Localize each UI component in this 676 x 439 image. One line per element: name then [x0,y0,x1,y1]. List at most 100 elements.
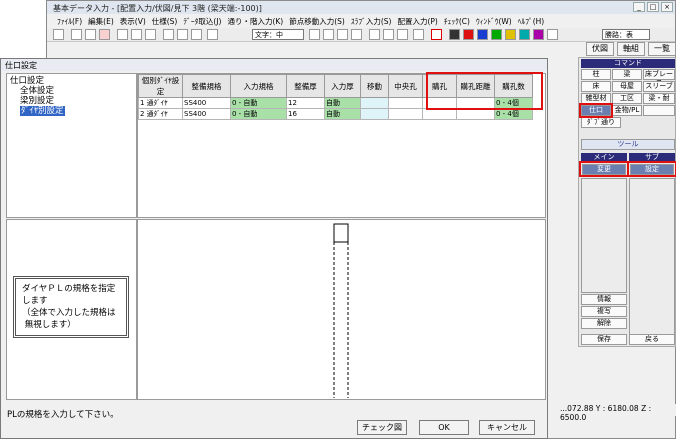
color-yellow-icon[interactable] [505,29,516,40]
menu-import[interactable]: ﾃﾞｰﾀ取込(J) [183,16,221,27]
col-header: 入力規格 [230,74,287,98]
status-text: PLの規格を入力して下さい。 [7,410,119,420]
color-white-icon[interactable] [547,29,558,40]
tree-item-overall[interactable]: 全体設定 [10,86,133,96]
menu-check[interactable]: ﾁｪｯｸ(C) [444,16,470,27]
cmd-beam-resist-button[interactable]: 梁・耐 [643,93,675,104]
cell-center-hole[interactable] [388,108,423,120]
tab-plan[interactable]: 伏図 [586,42,614,56]
cancel-button[interactable]: キャンセル [479,420,535,435]
cell-move[interactable] [360,108,389,120]
save-icon[interactable] [53,29,64,40]
color-blue-icon[interactable] [477,29,488,40]
color-cyan-icon[interactable] [519,29,530,40]
check-button[interactable]: チェック図 [357,420,407,435]
maximize-button[interactable]: □ [647,2,659,12]
ok-button[interactable]: OK [419,420,469,435]
release-button[interactable]: 解除 [581,318,627,329]
menu-grid[interactable]: 通り・階入力(K) [227,16,283,27]
tool-d-icon[interactable] [413,29,424,40]
tree-item-root[interactable]: 仕口設定 [10,76,133,86]
cmd-floor-button[interactable]: 床 [581,81,611,92]
minimize-button[interactable]: _ [633,2,645,12]
cmd-floor-brace-button[interactable]: 床ブレース [643,69,675,87]
cell-hole[interactable] [422,108,457,120]
grid-icon[interactable] [117,29,128,40]
help-text: ダイヤＰＬの規格を指定 します （全体で入力した規格は 無視します） [13,276,129,338]
cmd-sleeve-button[interactable]: スリーブ [643,81,675,92]
back-button[interactable]: 戻る [629,334,675,345]
tab-list[interactable]: 一覧 [648,42,676,56]
cmd-empty-button[interactable] [643,105,675,116]
cell-move[interactable] [360,97,389,109]
stop-icon[interactable] [99,29,110,40]
cell-std-thick: 16 [286,108,325,120]
menu-view[interactable]: 表示(V) [120,16,146,27]
menu-file[interactable]: ﾌｧｲﾙ(F) [57,16,82,27]
color-green-icon[interactable] [491,29,502,40]
cmd-column-button[interactable]: 柱 [581,69,611,80]
toolbar: 文字：中 勝路：表 [47,28,675,42]
cmd-hardware-button[interactable]: 金物/PL [612,105,642,116]
cmd-dummy-grid-button[interactable]: ﾀﾞﾌﾞ通り [581,117,621,128]
window-controls: _ □ × [633,2,673,12]
brace-icon[interactable] [191,29,202,40]
color-black-icon[interactable] [449,29,460,40]
cmd-beam-button[interactable]: 梁 [612,69,642,80]
coordinate-bar: ...072.88 Y : 6180.08 Z : 6500.0 [560,404,676,422]
help-pane: ダイヤＰＬの規格を指定 します （全体で入力した規格は 無視します） [6,219,137,400]
save-button[interactable]: 保存 [581,334,627,345]
column-icon[interactable] [177,29,188,40]
menu-edit[interactable]: 編集(E) [88,16,114,27]
cell-std-thick: 12 [286,97,325,109]
arc-icon[interactable] [323,29,334,40]
tool-a-icon[interactable] [369,29,380,40]
layer-icon[interactable] [145,29,156,40]
highlight-change [579,161,629,177]
color-magenta-icon[interactable] [533,29,544,40]
col-header: 個別ﾀﾞｲﾔ設定 [138,74,183,98]
tree-item-by-beam[interactable]: 梁別設定 [10,96,133,106]
undo-icon[interactable] [71,29,82,40]
cell-center-hole[interactable] [388,97,423,109]
cell-hole-dist[interactable] [456,108,495,120]
grid2-icon[interactable] [131,29,142,40]
menu-place[interactable]: 配置入力(P) [397,16,437,27]
scale-combo[interactable]: 勝路：表 [602,29,650,40]
color-red-icon[interactable] [463,29,474,40]
cell-input-spec[interactable]: 0 - 自動 [230,97,287,109]
copy-button[interactable]: 複写 [581,306,627,317]
menu-help[interactable]: ﾍﾙﾌﾟ(H) [518,16,545,27]
col-header: 入力厚 [324,74,361,98]
measure-icon[interactable] [337,29,348,40]
record-icon[interactable] [431,29,442,40]
table-row[interactable]: 2 通ﾀﾞｲﾔ SS400 0 - 自動 16 自動 0 - 4個 [138,108,533,120]
cell-hole-count[interactable]: 0 - 4個 [494,108,533,120]
main-command-area [581,178,627,293]
joint-settings-dialog: 仕口設定 仕口設定 全体設定 梁別設定 ﾀﾞｲﾔ別設定 個別ﾀﾞｲﾔ設定 整備規… [0,58,548,439]
zoom-icon[interactable] [207,29,218,40]
tree-item-by-diaphragm[interactable]: ﾀﾞｲﾔ別設定 [20,106,65,116]
settings-tree: 仕口設定 全体設定 梁別設定 ﾀﾞｲﾔ別設定 [6,73,137,218]
menu-window[interactable]: ｳｨﾝﾄﾞｳ(W) [476,16,512,27]
cell-input-thick[interactable]: 自動 [324,108,361,120]
beam-icon[interactable] [163,29,174,40]
font-size-combo[interactable]: 文字：中 [252,29,304,40]
info-button[interactable]: 情報 [581,294,627,305]
arrow-icon[interactable] [351,29,362,40]
tab-frame[interactable]: 軸組 [617,42,645,56]
cell-input-thick[interactable]: 自動 [324,97,361,109]
tool-b-icon[interactable] [383,29,394,40]
tool-c-icon[interactable] [397,29,408,40]
tool-button[interactable]: ツール [581,139,675,150]
redo-icon[interactable] [85,29,96,40]
cmd-zone-button[interactable]: 工区 [612,93,642,104]
close-button[interactable]: × [661,2,673,12]
menu-spec[interactable]: 仕様(S) [152,16,178,27]
diaphragm-preview [333,223,349,398]
cell-input-spec[interactable]: 0 - 自動 [230,108,287,120]
menu-node[interactable]: 節点移動入力(S) [289,16,345,27]
cmd-purlin-button[interactable]: 母屋 [612,81,642,92]
menu-slab[interactable]: ｽﾗﾌﾞ入力(S) [351,16,392,27]
text-icon[interactable] [309,29,320,40]
